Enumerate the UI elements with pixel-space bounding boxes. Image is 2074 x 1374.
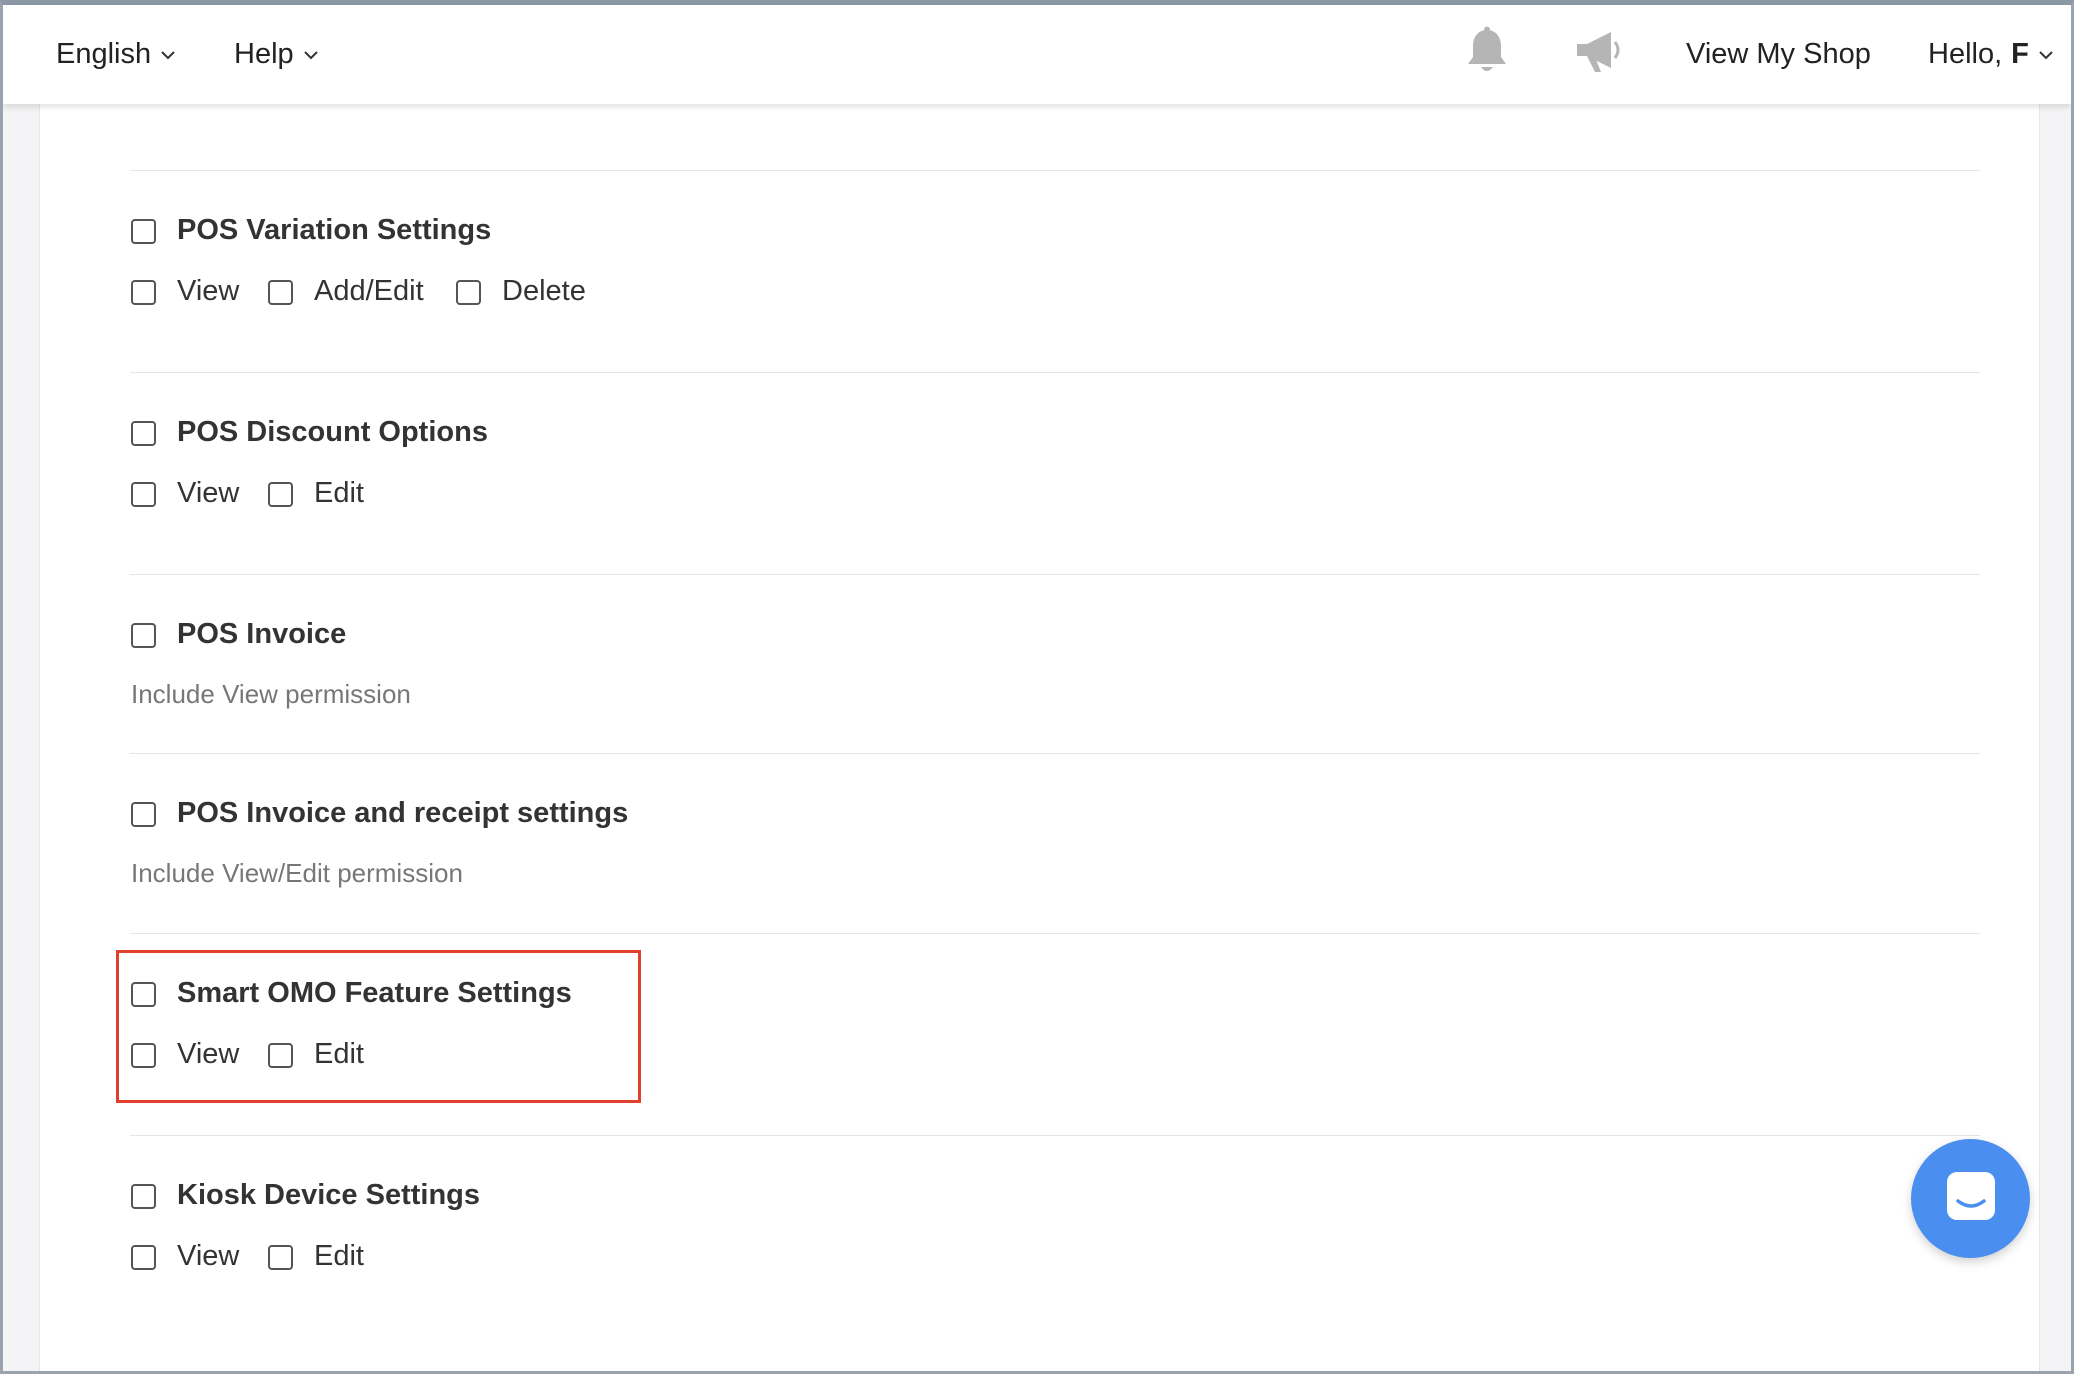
section-divider [130,1135,1980,1136]
chevron-down-icon [303,47,319,63]
section-divider [130,372,1980,373]
kiosk-view-checkbox[interactable] [131,1245,156,1270]
chat-icon [1943,1168,1999,1229]
greeting-label: Hello, [1928,38,2003,70]
highlight-box [116,950,641,1103]
section-title: POS Variation Settings [177,214,492,246]
option-label: Edit [314,1240,364,1272]
language-dropdown[interactable]: English [56,5,176,104]
pos-variation-add-edit-checkbox[interactable] [268,280,293,305]
announcements-button[interactable] [1573,5,1625,104]
pos-variation-settings-checkbox[interactable] [131,219,156,244]
pos-invoice-checkbox[interactable] [131,623,156,648]
bell-icon [1464,26,1510,84]
kiosk-edit-checkbox[interactable] [268,1245,293,1270]
user-menu[interactable]: Hello, F [1928,5,2054,104]
section-title: POS Invoice [177,618,347,650]
chat-launcher-button[interactable] [1911,1139,2030,1258]
section-title: Smart OMO Feature Settings [177,977,572,1009]
option-label: View [177,1240,240,1272]
section-divider [130,933,1980,934]
section-title: Kiosk Device Settings [177,1179,480,1211]
option-label: View [177,477,240,509]
option-label: Delete [502,275,586,307]
user-initial: F [2011,38,2029,70]
pos-discount-edit-checkbox[interactable] [268,482,293,507]
view-my-shop-link[interactable]: View My Shop [1686,5,1871,104]
view-my-shop-label: View My Shop [1686,38,1871,70]
pos-discount-view-checkbox[interactable] [131,482,156,507]
option-label: View [177,1038,240,1070]
pos-discount-options-checkbox[interactable] [131,421,156,446]
pos-variation-delete-checkbox[interactable] [456,280,481,305]
section-title: POS Invoice and receipt settings [177,797,629,829]
pos-invoice-receipt-settings-checkbox[interactable] [131,802,156,827]
option-label: Edit [314,477,364,509]
pos-variation-view-checkbox[interactable] [131,280,156,305]
kiosk-device-settings-checkbox[interactable] [131,1184,156,1209]
section-divider [130,574,1980,575]
section-divider [130,170,1980,171]
option-label: View [177,275,240,307]
option-label: Add/Edit [314,275,424,307]
top-navigation-bar: English Help View My Shop Hello, F [3,5,2071,104]
smart-omo-feature-settings-checkbox[interactable] [131,982,156,1007]
permission-note: Include View permission [131,679,411,709]
section-divider [130,753,1980,754]
chevron-down-icon [2038,47,2054,63]
notifications-button[interactable] [1464,5,1510,104]
help-dropdown[interactable]: Help [234,5,319,104]
smart-omo-edit-checkbox[interactable] [268,1043,293,1068]
help-label: Help [234,38,294,70]
option-label: Edit [314,1038,364,1070]
chevron-down-icon [160,47,176,63]
section-title: POS Discount Options [177,416,488,448]
permission-note: Include View/Edit permission [131,858,463,888]
smart-omo-view-checkbox[interactable] [131,1043,156,1068]
language-label: English [56,38,152,70]
megaphone-icon [1573,28,1625,82]
browser-frame: English Help View My Shop Hello, F POS V… [0,0,2074,1374]
